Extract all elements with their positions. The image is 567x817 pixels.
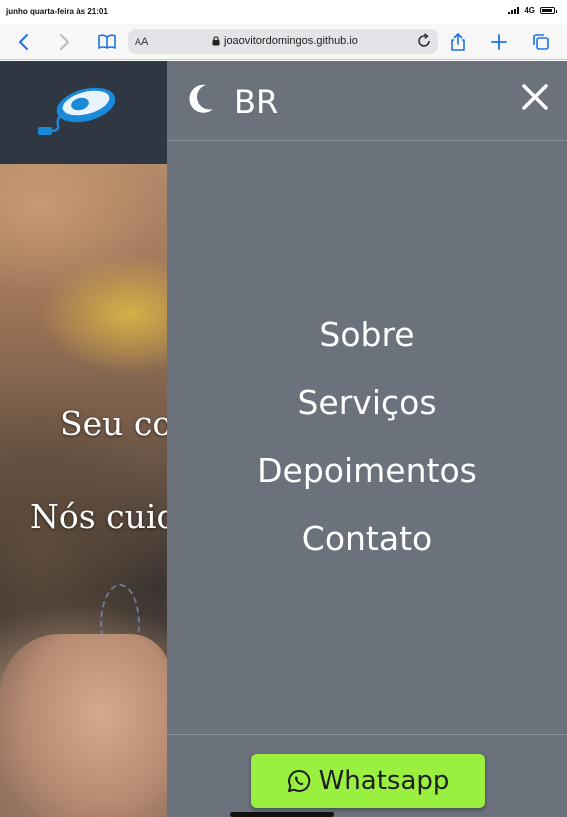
reload-icon[interactable]: [416, 33, 432, 49]
tabs-icon[interactable]: [529, 30, 553, 54]
chevron-left-icon[interactable]: [12, 30, 36, 54]
close-icon[interactable]: [521, 83, 549, 111]
menu-item-servicos[interactable]: Serviços: [167, 379, 567, 447]
url-display[interactable]: joaovitordomingos.github.io: [212, 35, 358, 47]
status-indicators: 4G: [508, 6, 557, 15]
side-menu: BR Sobre Serviços Depoimentos Contato Wh…: [167, 61, 567, 817]
menu-footer: Whatsapp: [167, 734, 567, 817]
computer-mouse-logo[interactable]: [34, 81, 120, 141]
whatsapp-label: Whatsapp: [318, 766, 450, 796]
status-bar: junho quarta-feira às 21:01 4G: [0, 0, 567, 24]
whatsapp-icon: [287, 769, 310, 792]
language-toggle[interactable]: BR: [234, 83, 278, 121]
menu-item-sobre[interactable]: Sobre: [167, 311, 567, 379]
chevron-right-icon[interactable]: [52, 30, 76, 54]
url-text: joaovitordomingos.github.io: [224, 35, 358, 47]
menu-nav: Sobre Serviços Depoimentos Contato: [167, 311, 567, 583]
network-type: 4G: [524, 6, 535, 15]
home-indicator: [230, 812, 334, 817]
plus-icon[interactable]: [487, 30, 511, 54]
text-size-button[interactable]: AA: [135, 36, 148, 48]
battery-icon: [540, 7, 557, 14]
status-time: junho quarta-feira às 21:01: [6, 7, 108, 16]
web-page: Seu co Nós cuid BR Sobre Serviços Depoim…: [0, 61, 567, 817]
share-icon[interactable]: [446, 30, 470, 54]
signal-icon: [508, 7, 520, 14]
hero-headline: Seu co: [60, 404, 173, 443]
hero-subheadline: Nós cuid: [30, 497, 178, 536]
menu-header: BR: [167, 61, 567, 141]
lock-icon: [212, 36, 220, 46]
menu-item-depoimentos[interactable]: Depoimentos: [167, 447, 567, 515]
address-bar[interactable]: AA joaovitordomingos.github.io: [128, 29, 438, 54]
moon-icon[interactable]: [187, 83, 215, 115]
browser-toolbar: AA joaovitordomingos.github.io: [0, 24, 567, 60]
menu-item-contato[interactable]: Contato: [167, 515, 567, 583]
book-icon[interactable]: [95, 30, 119, 54]
whatsapp-button[interactable]: Whatsapp: [251, 754, 485, 808]
hero-hand-image: [0, 634, 170, 817]
